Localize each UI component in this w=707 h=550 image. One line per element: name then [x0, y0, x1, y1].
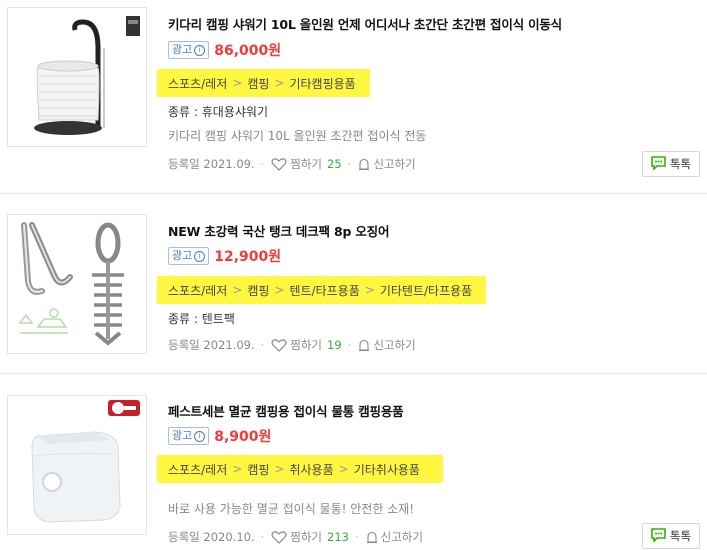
product-thumbnail[interactable] [7, 395, 147, 535]
ad-price-row: 광고 i 12,900원 [168, 246, 281, 266]
divider [0, 193, 707, 194]
divider [0, 373, 707, 374]
registration-date: 등록일 2020.10. [168, 530, 255, 544]
category-breadcrumb: 스포츠/레저 > 캠핑 > 기타캠핑용품 [157, 69, 370, 97]
siren-icon[interactable] [366, 531, 378, 544]
heart-icon[interactable] [271, 530, 287, 544]
chevron-right-icon: > [274, 283, 285, 297]
chevron-right-icon: > [232, 76, 243, 90]
product-description: 바로 사용 가능한 멸균 접이식 물통! 안전한 소재! [168, 502, 415, 516]
category-item[interactable]: 캠핑 [247, 461, 269, 478]
info-circle-icon: i [194, 250, 206, 262]
separator-dot: · [347, 157, 352, 171]
ad-badge[interactable]: 광고 i [168, 41, 210, 59]
report-button[interactable]: 신고하기 [373, 337, 415, 353]
chat-bubble-icon [651, 155, 666, 173]
category-item[interactable]: 스포츠/레저 [168, 461, 227, 478]
category-item[interactable]: 스포츠/레저 [168, 282, 227, 299]
ad-label: 광고 [172, 43, 193, 56]
like-count: 19 [327, 338, 342, 352]
separator-dot: · [347, 338, 352, 352]
category-breadcrumb: 스포츠/레저 > 캠핑 > 텐트/타프용품 > 기타텐트/타프용품 [157, 276, 486, 304]
registration-date: 등록일 2021.09. [168, 157, 255, 171]
product-spec: 종류 : 텐트팩 [168, 312, 235, 326]
like-button[interactable]: 찜하기 [290, 529, 322, 545]
chevron-right-icon: > [274, 76, 285, 90]
chevron-right-icon: > [232, 283, 243, 297]
separator-dot: · [354, 530, 359, 544]
registration-date: 등록일 2021.09. [168, 338, 255, 352]
separator-dot: · [260, 157, 265, 171]
heart-icon[interactable] [271, 157, 287, 171]
like-button[interactable]: 찜하기 [290, 156, 322, 172]
ad-price-row: 광고 i 8,900원 [168, 426, 271, 446]
chat-bubble-icon [651, 527, 666, 545]
product-title[interactable]: 키다리 캠핑 샤워기 10L 올인원 언제 어디서나 초간단 초간편 접이식 이… [168, 14, 562, 33]
product-thumbnail[interactable] [7, 7, 147, 147]
category-item[interactable]: 스포츠/레저 [168, 75, 227, 92]
product-meta: 등록일 2020.10. · 찜하기 213 · 신고하기 [168, 529, 423, 545]
ad-badge[interactable]: 광고 i [168, 247, 210, 265]
siren-icon[interactable] [358, 339, 370, 352]
ad-price-row: 광고 i 86,000원 [168, 40, 281, 60]
category-item[interactable]: 기타캠핑용품 [289, 75, 355, 92]
info-circle-icon: i [194, 44, 206, 56]
like-button[interactable]: 찜하기 [290, 337, 322, 353]
talk-button[interactable]: 톡톡 [642, 523, 700, 549]
product-price: 8,900원 [214, 429, 272, 445]
separator-dot: · [260, 530, 265, 544]
product-description: 키다리 캠핑 샤워기 10L 올인원 초간편 접이식 전동 [168, 129, 427, 143]
product-title[interactable]: NEW 초강력 국산 탱크 데크팩 8p 오징어 [168, 221, 389, 240]
siren-icon[interactable] [358, 158, 370, 171]
product-meta: 등록일 2021.09. · 찜하기 19 · 신고하기 [168, 337, 416, 353]
like-count: 25 [327, 157, 342, 171]
talk-label: 톡톡 [669, 157, 692, 171]
category-item[interactable]: 기타텐트/타프용품 [380, 282, 472, 299]
category-item[interactable]: 텐트/타프용품 [289, 282, 359, 299]
info-circle-icon: i [194, 430, 206, 442]
product-meta: 등록일 2021.09. · 찜하기 25 · 신고하기 [168, 156, 416, 172]
product-spec: 종류 : 휴대용샤워기 [168, 105, 268, 119]
talk-label: 톡톡 [669, 529, 692, 543]
talk-button[interactable]: 톡톡 [642, 151, 700, 177]
category-breadcrumb: 스포츠/레저 > 캠핑 > 취사용품 > 기타취사용품 [157, 455, 443, 483]
separator-dot: · [260, 338, 265, 352]
ad-label: 광고 [172, 429, 193, 442]
chevron-right-icon: > [338, 462, 349, 476]
heart-icon[interactable] [271, 338, 287, 352]
product-thumbnail[interactable] [7, 214, 147, 354]
product-price: 12,900원 [214, 249, 282, 265]
product-title[interactable]: 페스트세븐 멸균 캠핑용 접이식 물통 캠핑용품 [168, 401, 404, 420]
ad-label: 광고 [172, 249, 193, 262]
category-item[interactable]: 기타취사용품 [354, 461, 420, 478]
chevron-right-icon: > [232, 462, 243, 476]
like-count: 213 [327, 530, 349, 544]
ad-badge[interactable]: 광고 i [168, 427, 210, 445]
report-button[interactable]: 신고하기 [373, 156, 415, 172]
report-button[interactable]: 신고하기 [381, 529, 423, 545]
category-item[interactable]: 캠핑 [247, 75, 269, 92]
category-item[interactable]: 취사용품 [289, 461, 333, 478]
product-price: 86,000원 [214, 43, 282, 59]
category-item[interactable]: 캠핑 [247, 282, 269, 299]
chevron-right-icon: > [274, 462, 285, 476]
chevron-right-icon: > [364, 283, 375, 297]
